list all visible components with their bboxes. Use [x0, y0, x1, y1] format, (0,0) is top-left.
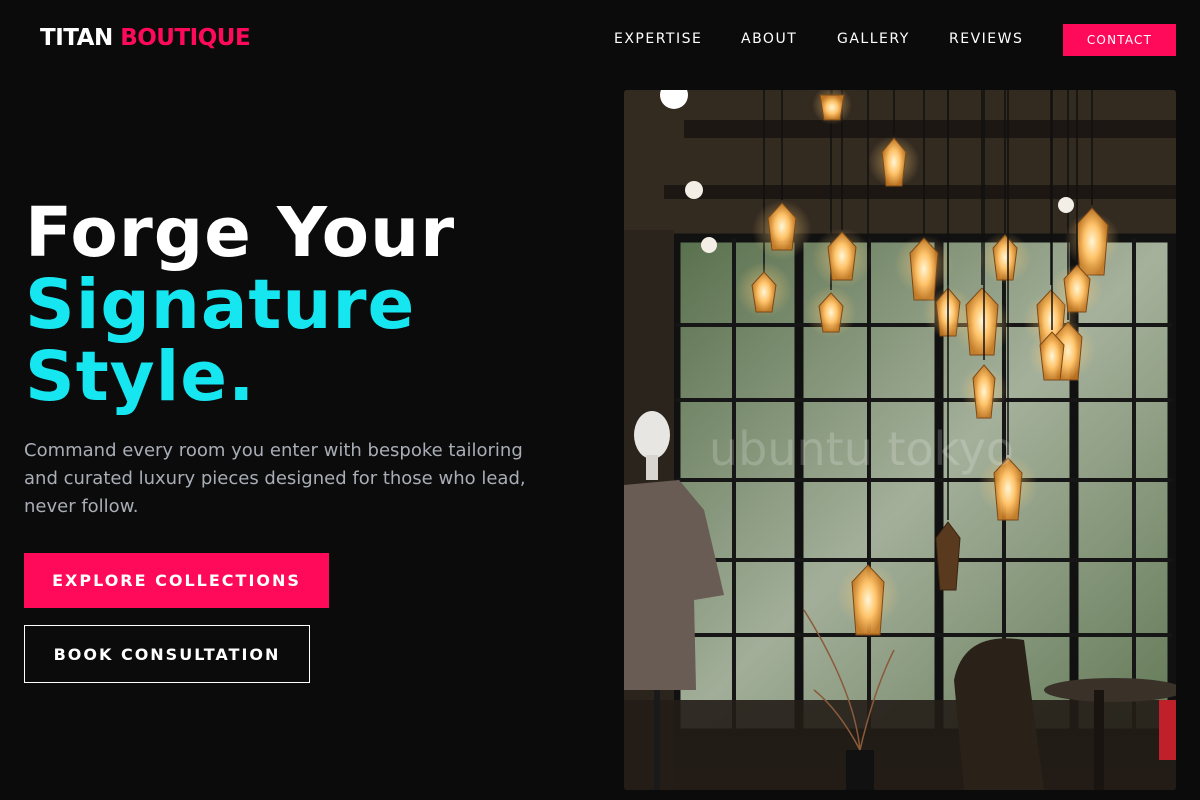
headline-line-2: Signature: [25, 265, 416, 345]
headline-line-3: Style.: [25, 337, 256, 417]
brand-name-part1: TITAN: [40, 25, 113, 51]
contact-button[interactable]: CONTACT: [1063, 24, 1176, 56]
image-watermark-text: ubuntu tokyo: [709, 422, 1014, 476]
hero-lead-text: Command every room you enter with bespok…: [24, 440, 526, 517]
book-consultation-button[interactable]: BOOK CONSULTATION: [24, 625, 310, 683]
nav-item-expertise[interactable]: EXPERTISE: [614, 31, 702, 47]
explore-collections-button[interactable]: EXPLORE COLLECTIONS: [24, 553, 329, 608]
headline-line-1: Forge Your: [25, 193, 456, 273]
hero-headline: Forge Your Signature Style.: [25, 197, 455, 413]
nav-item-reviews[interactable]: REVIEWS: [949, 31, 1023, 47]
brand-name-part2: BOUTIQUE: [120, 25, 251, 51]
nav-item-gallery[interactable]: GALLERY: [837, 31, 910, 47]
nav-item-about[interactable]: ABOUT: [741, 31, 797, 47]
brand-logo[interactable]: TITAN BOUTIQUE: [40, 25, 251, 51]
hero-image-boutique-interior: ubuntu tokyo: [624, 90, 1176, 790]
